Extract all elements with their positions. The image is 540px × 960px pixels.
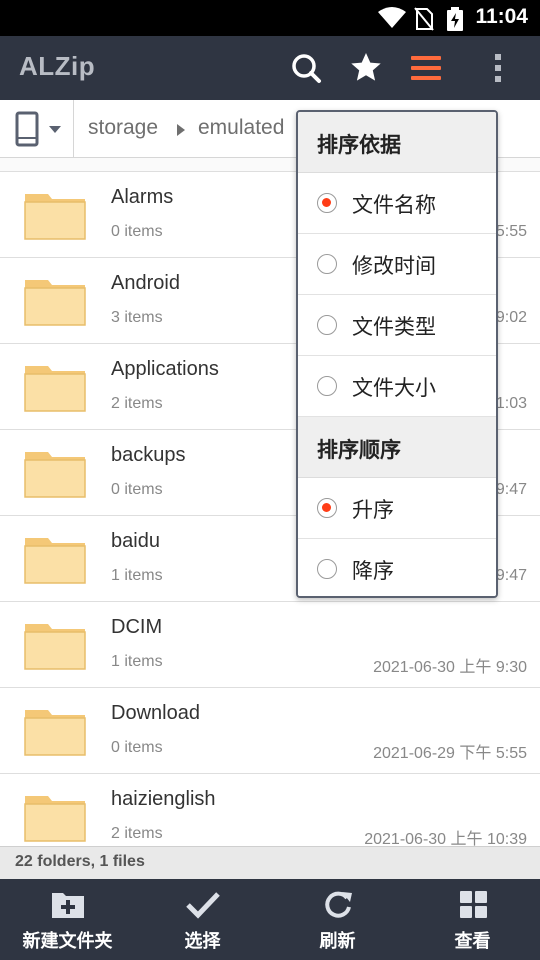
sort-option-size[interactable]: 文件大小 xyxy=(298,356,496,417)
sort-button[interactable] xyxy=(406,48,446,88)
sort-option-type[interactable]: 文件类型 xyxy=(298,295,496,356)
item-count: 1 items xyxy=(111,567,163,584)
item-count: 1 items xyxy=(111,653,163,670)
phone-icon xyxy=(15,111,61,147)
option-label: 文件类型 xyxy=(352,315,436,339)
more-options-button[interactable] xyxy=(478,48,518,88)
sort-by-header-text: 排序依据 xyxy=(317,133,401,157)
radio-button[interactable] xyxy=(317,254,337,274)
battery-charging-icon xyxy=(447,7,463,31)
refresh-icon xyxy=(324,891,352,918)
modified-date: 2021-06-29 下午 5:55 xyxy=(373,745,527,762)
modified-date: 2021-06-30 上午 10:39 xyxy=(364,831,527,846)
folder-icon xyxy=(24,710,86,756)
option-label: 修改时间 xyxy=(352,254,436,278)
item-count: 0 items xyxy=(111,481,163,498)
refresh-label: 刷新 xyxy=(319,931,356,952)
radio-button[interactable] xyxy=(317,376,337,396)
folder-icon xyxy=(24,194,86,240)
radio-button[interactable] xyxy=(317,559,337,579)
sort-order-ascending[interactable]: 升序 xyxy=(298,478,496,539)
item-count: 3 items xyxy=(111,309,163,326)
favorites-button[interactable] xyxy=(346,48,386,88)
file-name: DCIM xyxy=(111,616,163,638)
file-list-row[interactable]: haizienglish 2 items 2021-06-30 上午 10:39 xyxy=(0,774,540,846)
item-count: 0 items xyxy=(111,223,163,240)
folder-icon xyxy=(24,366,86,412)
folder-summary: 22 folders, 1 files xyxy=(0,846,540,879)
breadcrumb-storage[interactable]: storage xyxy=(88,116,158,140)
sort-option-name[interactable]: 文件名称 xyxy=(298,173,496,234)
sort-by-header: 排序依据 xyxy=(298,112,496,173)
file-name: Download xyxy=(111,702,200,724)
sort-order-descending[interactable]: 降序 xyxy=(298,539,496,596)
file-name: Applications xyxy=(111,358,219,380)
search-button[interactable] xyxy=(286,48,326,88)
status-bar: 11:04 xyxy=(0,0,540,36)
chevron-down-icon xyxy=(49,126,61,133)
file-name: Alarms xyxy=(111,186,174,208)
select-button[interactable]: 选择 xyxy=(135,879,270,960)
refresh-button[interactable]: 刷新 xyxy=(270,879,405,960)
search-icon xyxy=(292,54,321,83)
storage-device-selector[interactable] xyxy=(0,100,74,158)
radio-button[interactable] xyxy=(317,498,337,518)
summary-text: 22 folders, 1 files xyxy=(15,853,145,870)
sort-order-header: 排序顺序 xyxy=(298,417,496,478)
folder-icon xyxy=(24,624,86,670)
option-label: 降序 xyxy=(352,559,394,583)
breadcrumb-emulated[interactable]: emulated xyxy=(198,116,284,140)
new-folder-label: 新建文件夹 xyxy=(22,931,113,952)
modified-date: 1:03 xyxy=(495,395,527,412)
folder-icon xyxy=(24,452,86,498)
file-name: backups xyxy=(111,444,186,466)
option-label: 文件大小 xyxy=(352,376,436,400)
app-title: ALZip xyxy=(19,51,96,81)
bottom-toolbar: 新建文件夹 选择 刷新 查看 xyxy=(0,879,540,960)
sort-order-header-text: 排序顺序 xyxy=(317,438,401,462)
view-label: 查看 xyxy=(454,931,491,952)
modified-date: 9:02 xyxy=(495,309,527,326)
view-button[interactable]: 查看 xyxy=(405,879,540,960)
item-count: 0 items xyxy=(111,739,163,756)
item-count: 2 items xyxy=(111,395,163,412)
checkmark-icon xyxy=(185,892,220,919)
clock: 11:04 xyxy=(475,5,528,28)
file-name: baidu xyxy=(111,530,160,552)
option-label: 文件名称 xyxy=(352,193,436,217)
star-icon xyxy=(351,53,381,81)
file-list-row[interactable]: DCIM 1 items 2021-06-30 上午 9:30 xyxy=(0,602,540,688)
modified-date: 2021-06-30 上午 9:30 xyxy=(373,659,527,676)
modified-date: 9:47 xyxy=(495,481,527,498)
wifi-icon xyxy=(378,7,406,28)
modified-date: 5:55 xyxy=(495,223,527,240)
grid-view-icon xyxy=(459,891,487,918)
sort-option-modified-time[interactable]: 修改时间 xyxy=(298,234,496,295)
item-count: 2 items xyxy=(111,825,163,842)
radio-button[interactable] xyxy=(317,315,337,335)
new-folder-button[interactable]: 新建文件夹 xyxy=(0,879,135,960)
sort-menu-popup: 排序依据 文件名称 修改时间 文件类型 文件大小 排序顺序 升序 降序 xyxy=(296,110,498,598)
file-name: Android xyxy=(111,272,180,294)
file-list-row[interactable]: Download 0 items 2021-06-29 下午 5:55 xyxy=(0,688,540,774)
modified-date: 9:47 xyxy=(495,567,527,584)
app-bar: ALZip xyxy=(0,36,540,100)
option-label: 升序 xyxy=(352,498,394,522)
radio-button[interactable] xyxy=(317,193,337,213)
select-label: 选择 xyxy=(184,931,221,952)
chevron-right-icon xyxy=(177,124,185,136)
folder-icon xyxy=(24,280,86,326)
no-sim-icon xyxy=(414,7,434,31)
file-name: haizienglish xyxy=(111,788,216,810)
sort-icon xyxy=(411,56,441,80)
new-folder-icon xyxy=(51,893,84,918)
more-vert-icon xyxy=(495,54,501,82)
folder-icon xyxy=(24,796,86,842)
folder-icon xyxy=(24,538,86,584)
